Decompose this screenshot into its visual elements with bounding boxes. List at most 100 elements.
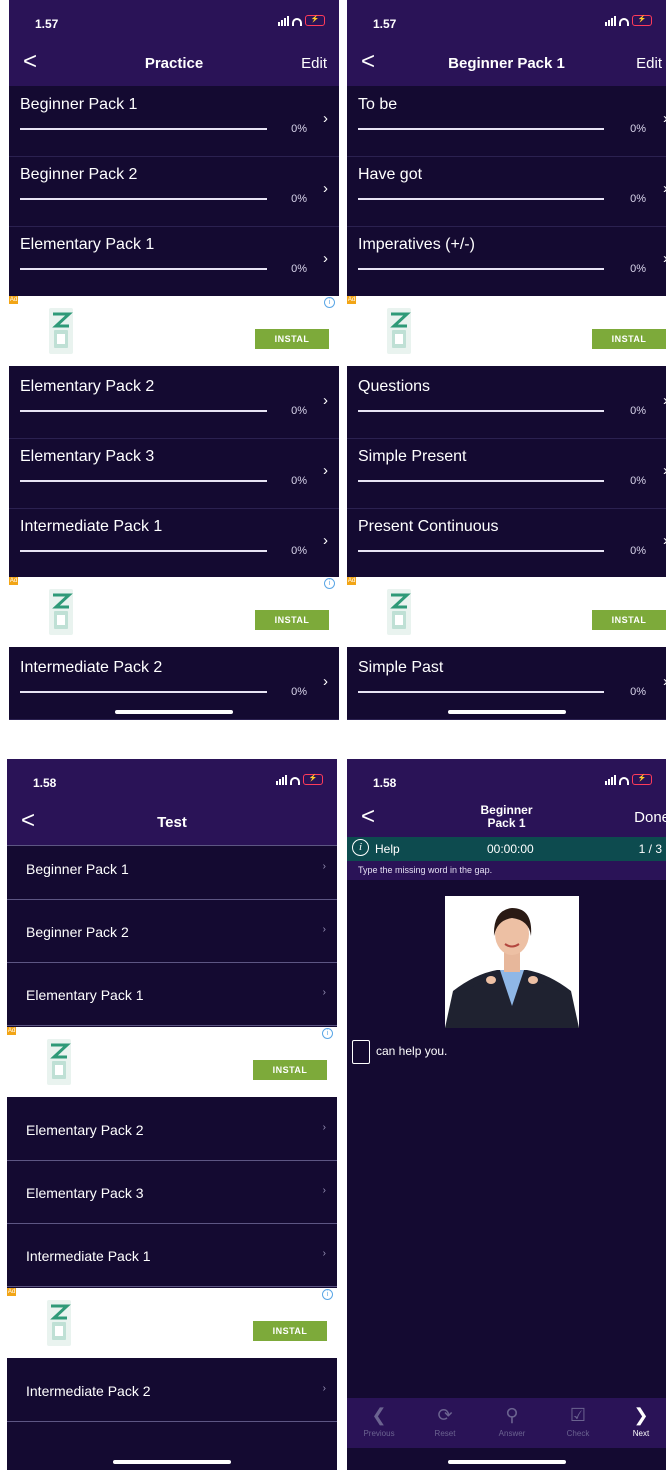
list-item[interactable]: Beginner Pack 1 › — [7, 837, 337, 900]
list-item[interactable]: Elementary Pack 2 › — [7, 1098, 337, 1161]
item-label: Elementary Pack 2 — [20, 378, 155, 395]
edit-button[interactable]: Edit — [301, 55, 327, 72]
progress-bar — [358, 691, 604, 693]
ad-banner[interactable]: Ad i INSTAL — [9, 296, 339, 366]
page-title: Practice — [144, 55, 204, 72]
item-label: Simple Past — [358, 659, 444, 676]
chevron-right-icon: › — [323, 110, 328, 127]
nav-bar: < Beginner Pack 1 Done — [347, 799, 666, 837]
item-label: To be — [358, 96, 398, 113]
item-label: Intermediate Pack 2 — [20, 659, 163, 676]
battery-icon: ⚡ — [632, 15, 652, 26]
back-button[interactable]: < — [361, 805, 375, 829]
answer-button[interactable]: ⚲ Answer — [484, 1404, 540, 1438]
back-button[interactable]: < — [21, 809, 35, 833]
list-item[interactable]: Imperatives (+/-) 0% › — [347, 226, 666, 297]
check-button[interactable]: ☑ Check — [550, 1404, 606, 1438]
bottom-toolbar: ❮ Previous ⟳ Reset ⚲ Answer ☑ Check ❯ Ne… — [347, 1398, 666, 1448]
list-item[interactable]: Beginner Pack 2 › — [7, 900, 337, 963]
item-label: Questions — [358, 378, 431, 395]
chevron-right-icon: › — [322, 1383, 326, 1394]
ad-badge: Ad — [9, 296, 18, 304]
chevron-right-icon: › — [322, 1185, 326, 1196]
home-indicator[interactable] — [447, 710, 566, 714]
list-item[interactable]: Elementary Pack 1 › — [7, 963, 337, 1026]
list-item[interactable]: Intermediate Pack 1 › — [7, 1224, 337, 1287]
progress-percent: 0% — [291, 545, 307, 557]
chevron-right-icon: › — [322, 1122, 326, 1133]
list-item[interactable]: Beginner Pack 2 0% › — [9, 156, 339, 227]
info-icon[interactable]: i — [322, 1289, 333, 1300]
next-button[interactable]: ❯ Next — [617, 1404, 665, 1438]
practice-screen: 1.57 ⚡ < Practice Edit Beginner Pack 1 0… — [9, 0, 339, 720]
list-item[interactable]: Beginner Pack 1 0% › — [9, 86, 339, 157]
ad-banner[interactable]: Ad i INSTAL — [9, 577, 339, 647]
page-title: Beginner Pack 1 — [448, 55, 565, 72]
list-item[interactable]: To be 0% › — [347, 86, 666, 157]
list-item[interactable]: Simple Present 0% › — [347, 438, 666, 509]
answer-label: Answer — [498, 1429, 526, 1438]
answer-gap-input[interactable] — [352, 1040, 370, 1064]
ad-banner[interactable]: Ad i INSTAL — [7, 1288, 337, 1358]
list-item[interactable]: Have got 0% › — [347, 156, 666, 227]
install-button[interactable]: INSTAL — [255, 329, 329, 349]
chevron-right-icon: › — [322, 987, 326, 998]
install-button[interactable]: INSTAL — [255, 610, 329, 630]
previous-button[interactable]: ❮ Previous — [351, 1404, 407, 1438]
list-item[interactable]: Elementary Pack 1 0% › — [9, 226, 339, 297]
test-screen: 1.58 ⚡ < Test Beginner Pack 1 › Beginner… — [7, 759, 337, 1470]
list-item[interactable]: Elementary Pack 3 0% › — [9, 438, 339, 509]
back-button[interactable]: < — [23, 50, 37, 74]
item-label: Elementary Pack 1 — [26, 987, 144, 1003]
battery-icon: ⚡ — [632, 774, 652, 785]
ad-banner[interactable]: Ad INSTAL — [347, 577, 666, 647]
progress-percent: 0% — [630, 405, 646, 417]
install-button[interactable]: INSTAL — [253, 1060, 327, 1080]
progress-bar — [358, 268, 604, 270]
app-icon — [387, 308, 411, 354]
exercise-screen: 1.58 ⚡ < Beginner Pack 1 Done i Help 00:… — [347, 759, 666, 1470]
progress-bar — [20, 128, 267, 130]
reset-button[interactable]: ⟳ Reset — [417, 1404, 473, 1438]
ad-banner[interactable]: Ad i INSTAL — [7, 1027, 337, 1097]
install-button[interactable]: INSTAL — [253, 1321, 327, 1341]
install-button[interactable]: INSTAL — [592, 610, 666, 630]
done-button[interactable]: Done — [634, 809, 666, 826]
progress-bar — [20, 550, 267, 552]
help-bar: i Help 00:00:00 1 / 3 — [347, 837, 666, 861]
ad-badge: Ad — [7, 1288, 16, 1296]
home-indicator[interactable] — [447, 1460, 566, 1464]
ad-badge: Ad — [9, 577, 18, 585]
help-icon[interactable]: i — [352, 839, 369, 856]
home-indicator[interactable] — [113, 1460, 231, 1464]
progress-percent: 0% — [630, 263, 646, 275]
list-item[interactable]: Questions 0% › — [347, 368, 666, 439]
info-icon[interactable]: i — [324, 297, 335, 308]
help-button[interactable]: Help — [375, 842, 400, 856]
app-icon — [47, 1300, 71, 1346]
list-item[interactable]: Elementary Pack 2 0% › — [9, 368, 339, 439]
nav-bar: < Practice Edit — [9, 40, 339, 86]
item-label: Beginner Pack 2 — [20, 166, 138, 183]
info-icon[interactable]: i — [322, 1028, 333, 1039]
list-item[interactable]: Intermediate Pack 1 0% › — [9, 508, 339, 579]
list-item[interactable]: Present Continuous 0% › — [347, 508, 666, 579]
progress-bar — [358, 480, 604, 482]
item-label: Have got — [358, 166, 423, 183]
progress-percent: 0% — [291, 123, 307, 135]
signal-icon — [278, 16, 289, 26]
reset-label: Reset — [434, 1429, 456, 1438]
progress-percent: 0% — [630, 123, 646, 135]
edit-button[interactable]: Edit — [636, 55, 662, 72]
chevron-right-icon: › — [323, 250, 328, 267]
back-button[interactable]: < — [361, 50, 375, 74]
install-button[interactable]: INSTAL — [592, 329, 666, 349]
signal-icon — [605, 16, 616, 26]
list-item[interactable]: Intermediate Pack 2 › — [7, 1359, 337, 1422]
ad-badge: Ad — [347, 577, 356, 585]
ad-banner[interactable]: Ad INSTAL — [347, 296, 666, 366]
list-item[interactable]: Elementary Pack 3 › — [7, 1161, 337, 1224]
info-icon[interactable]: i — [324, 578, 335, 589]
battery-icon: ⚡ — [303, 774, 323, 785]
home-indicator[interactable] — [115, 710, 233, 714]
